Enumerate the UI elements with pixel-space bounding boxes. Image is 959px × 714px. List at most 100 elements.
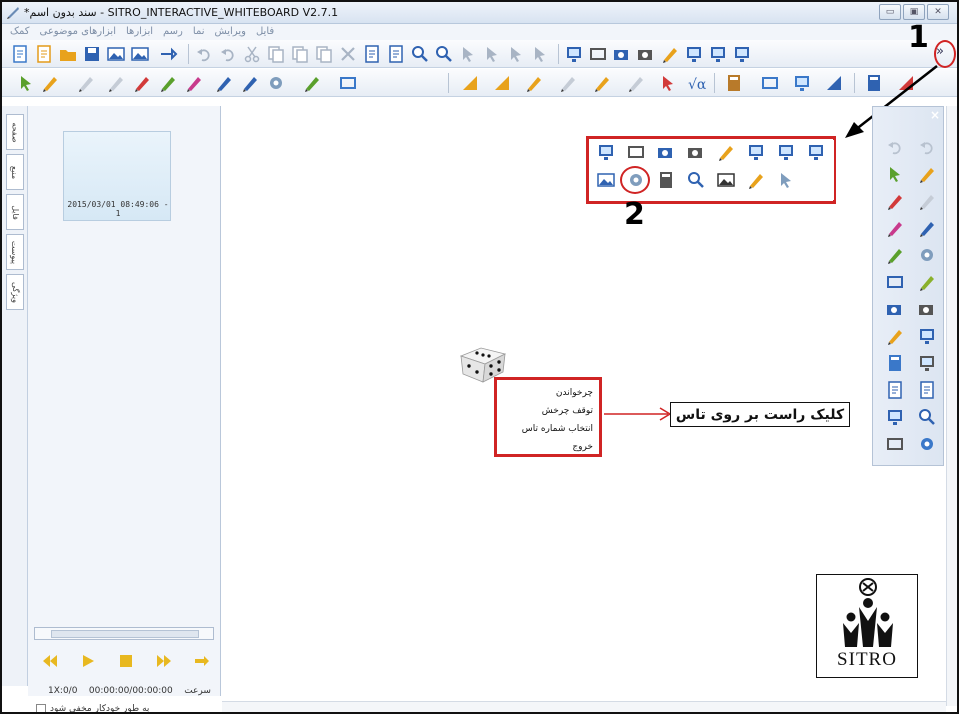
shape-tool-icon[interactable] (885, 272, 905, 292)
triangle-icon[interactable] (492, 73, 512, 93)
scroll-thumb[interactable] (51, 630, 199, 638)
fill-icon[interactable] (885, 245, 905, 265)
shape-recognition-icon[interactable] (266, 73, 286, 93)
redo-icon[interactable] (218, 44, 238, 64)
canvas-vertical-scrollbar[interactable] (946, 106, 957, 706)
menu-item[interactable]: ابزارها (126, 26, 153, 37)
rewind-icon[interactable] (42, 654, 58, 671)
insert-image-icon[interactable] (106, 44, 126, 64)
measure-icon[interactable] (824, 73, 844, 93)
text-tool-icon[interactable] (338, 73, 358, 93)
camera-icon[interactable] (656, 142, 676, 162)
presentation-icon[interactable] (917, 353, 937, 373)
page-add-icon[interactable] (362, 44, 382, 64)
select-icon[interactable] (885, 164, 905, 184)
reveal-screen-icon[interactable] (792, 73, 812, 93)
menu-item[interactable]: نما (193, 26, 205, 37)
side-tab[interactable]: صفحه (6, 114, 24, 150)
video-icon[interactable] (917, 299, 937, 319)
magnifier-icon[interactable] (917, 407, 937, 427)
smart-pen-icon[interactable] (917, 218, 937, 238)
desktop-icon[interactable] (746, 142, 766, 162)
laser-icon[interactable] (776, 170, 796, 190)
menu-item[interactable]: کمک (10, 26, 30, 37)
context-menu-item[interactable]: چرخواندن (503, 384, 593, 402)
close-icon[interactable]: × (930, 108, 940, 122)
redo-icon[interactable] (917, 137, 937, 157)
screen-capture-icon[interactable] (885, 407, 905, 427)
fast-forward-icon[interactable] (156, 654, 172, 671)
mouse-icon[interactable] (885, 434, 905, 454)
maximize-button[interactable]: ▣ (903, 4, 925, 20)
delete-icon[interactable] (338, 44, 358, 64)
side-tab[interactable]: پیوست (6, 234, 24, 270)
save-icon[interactable] (82, 44, 102, 64)
context-menu-item[interactable]: توقف چرخش (503, 402, 593, 420)
calligraphy-pen-icon[interactable] (214, 73, 234, 93)
context-menu-item[interactable]: انتخاب شماره تاس (503, 420, 593, 438)
camera-icon[interactable] (885, 299, 905, 319)
play-icon[interactable] (80, 654, 96, 671)
context-menu-item[interactable]: خروج (503, 438, 593, 456)
protractor-icon[interactable] (524, 73, 544, 93)
highlighter-icon[interactable] (660, 44, 680, 64)
pencil-icon[interactable] (592, 73, 612, 93)
share-screen-icon[interactable] (732, 44, 752, 64)
zoom-out-icon[interactable] (434, 44, 454, 64)
formula-icon[interactable]: √α (686, 73, 707, 93)
gallery-icon[interactable] (596, 170, 616, 190)
undo-icon[interactable] (194, 44, 214, 64)
new-page-icon[interactable] (34, 44, 54, 64)
magnifier-icon[interactable] (686, 170, 706, 190)
undo-icon[interactable] (885, 137, 905, 157)
menu-item[interactable]: رسم (163, 26, 183, 37)
stop-icon[interactable] (118, 654, 134, 671)
shape-recognition-icon[interactable] (917, 245, 937, 265)
close-button[interactable]: ✕ (927, 4, 949, 20)
move-down-icon[interactable] (482, 44, 502, 64)
cylinder-icon[interactable] (760, 73, 780, 93)
zoom-in-icon[interactable] (410, 44, 430, 64)
paste-icon[interactable] (290, 44, 310, 64)
copy-icon[interactable] (266, 44, 286, 64)
desktop-icon[interactable] (917, 326, 937, 346)
abacus-icon[interactable] (724, 73, 744, 93)
minimize-button[interactable]: ▭ (879, 4, 901, 20)
export-icon[interactable] (158, 44, 178, 64)
highlighter-icon[interactable] (917, 272, 937, 292)
menu-item[interactable]: ابزارهای موضوعی (40, 26, 117, 37)
email-icon[interactable] (130, 44, 150, 64)
menu-item[interactable]: ویرایش (215, 26, 246, 37)
presentation-icon[interactable] (776, 142, 796, 162)
mouse-icon[interactable] (626, 142, 646, 162)
select-icon[interactable] (16, 73, 36, 93)
side-tab[interactable]: فایل (6, 194, 24, 230)
screen-capture-icon[interactable] (596, 142, 616, 162)
spotlight-icon[interactable] (885, 326, 905, 346)
highlighter-icon[interactable] (716, 142, 736, 162)
camera-icon[interactable] (612, 44, 632, 64)
marker-icon[interactable] (132, 73, 152, 93)
page-thumbnail[interactable]: 2015/03/01 08:49:06 - 1 (63, 131, 171, 221)
autohide-checkbox[interactable] (36, 704, 46, 712)
compass-icon[interactable] (558, 73, 578, 93)
photo-icon[interactable] (716, 170, 736, 190)
spotlight-icon[interactable] (746, 170, 766, 190)
presentation-icon[interactable] (708, 44, 728, 64)
axis-icon[interactable] (658, 73, 678, 93)
line-tool-icon[interactable] (106, 73, 126, 93)
autohide-option[interactable]: به طور خودکار مخفی شود (36, 704, 149, 712)
video-icon[interactable] (636, 44, 656, 64)
smart-pen-icon[interactable] (240, 73, 260, 93)
dice-tool-icon[interactable] (917, 434, 937, 454)
page-copy-icon[interactable] (386, 44, 406, 64)
ruler-icon[interactable] (460, 73, 480, 93)
cut-icon[interactable] (242, 44, 262, 64)
desktop-icon[interactable] (684, 44, 704, 64)
bring-front-icon[interactable] (506, 44, 526, 64)
brush-icon[interactable] (158, 73, 178, 93)
duplicate-icon[interactable] (314, 44, 334, 64)
share-screen-icon[interactable] (806, 142, 826, 162)
side-tab[interactable]: منبع (6, 154, 24, 190)
next-arrow-icon[interactable] (194, 654, 210, 671)
